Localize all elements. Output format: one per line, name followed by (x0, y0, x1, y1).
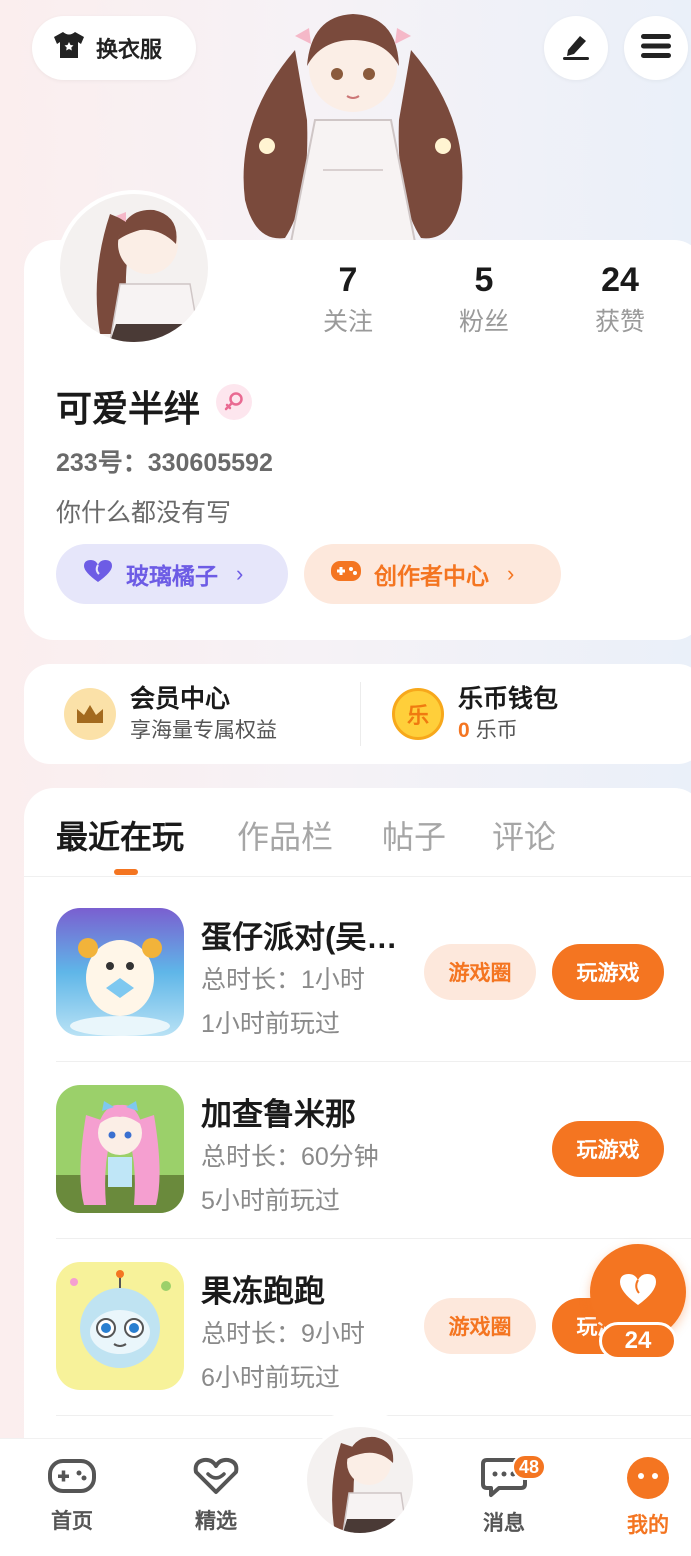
vip-title: 会员中心 (130, 685, 231, 713)
vip-center-button[interactable]: 会员中心 享海量专属权益 (64, 664, 277, 764)
change-outfit-button[interactable]: 换衣服 (32, 16, 196, 80)
profile-stats: 7 关注 5 粉丝 24 获赞 (0, 258, 691, 348)
play-game-button[interactable]: 玩游戏 (552, 1121, 664, 1177)
game-last-played: 5小时前玩过 (201, 1187, 340, 1215)
list-item[interactable]: 蛋仔派对(吴… 总时长：1小时 1小时前玩过 游戏圈 玩游戏 (56, 908, 691, 1084)
game-total-time: 总时长：9小时 (201, 1320, 365, 1348)
stat-following[interactable]: 7 关注 (288, 258, 408, 342)
tab-comments[interactable]: 评论 (492, 812, 556, 858)
coin-unit: 乐币 (475, 719, 518, 742)
female-icon (216, 384, 252, 420)
coin-glyph: 乐 (406, 703, 429, 728)
game-name: 果冻跑跑 (201, 1274, 325, 1309)
edit-profile-button[interactable] (544, 16, 608, 80)
game-name: 加查鲁米那 (201, 1097, 356, 1132)
vip-subtitle: 享海量专属权益 (130, 719, 277, 742)
wallet-card: 会员中心 享海量专属权益 乐 乐币钱包 0 乐币 (24, 664, 691, 764)
play-game-button[interactable]: 玩游戏 (552, 944, 664, 1000)
coin-wallet-button[interactable]: 乐 乐币钱包 0 乐币 (392, 664, 558, 764)
tab-divider (24, 876, 691, 877)
chevron-right-icon: › (507, 561, 515, 586)
game-total-time: 总时长：1小时 (201, 966, 365, 994)
coin-icon: 乐 (392, 688, 444, 740)
nav-featured[interactable]: 精选 (171, 1456, 261, 1535)
game-circle-button[interactable]: 游戏圈 (424, 1298, 536, 1354)
user-id: 233号：330605592 (56, 449, 273, 477)
chat-icon (481, 1458, 527, 1502)
heart-icon (192, 1457, 240, 1500)
me-icon (626, 1457, 670, 1504)
game-name: 蛋仔派对(吴… (201, 920, 398, 955)
fans-count: 5 (474, 261, 494, 299)
menu-button[interactable] (624, 16, 688, 80)
stat-likes[interactable]: 24 获赞 (560, 258, 680, 342)
shirt-icon (52, 30, 86, 66)
glass-orange-label: 玻璃橘子 (126, 563, 218, 589)
divider (56, 1238, 691, 1239)
list-item[interactable]: 加查鲁米那 总时长：60分钟 5小时前玩过 玩游戏 (56, 1085, 691, 1261)
likes-label: 获赞 (594, 308, 645, 336)
game-last-played: 6小时前玩过 (201, 1364, 340, 1392)
game-circle-button[interactable]: 游戏圈 (424, 944, 536, 1000)
change-outfit-label: 换衣服 (96, 37, 163, 62)
coin-amount: 0 (458, 719, 470, 742)
game-icon-eggy-party[interactable] (56, 908, 184, 1036)
menu-icon (641, 33, 671, 64)
game-icon-gacha-luminia[interactable] (56, 1085, 184, 1213)
fans-label: 粉丝 (458, 308, 509, 336)
following-count: 7 (338, 261, 358, 299)
crown-icon (64, 688, 116, 740)
creator-center-button[interactable]: 创作者中心 › (304, 544, 561, 604)
likes-count: 24 (601, 261, 639, 299)
nickname: 可爱半绊 (56, 388, 201, 429)
floating-like-count: 24 (599, 1322, 677, 1360)
tab-posts[interactable]: 帖子 (382, 812, 446, 858)
messages-badge: 48 (512, 1454, 547, 1480)
game-icon-jelly-run[interactable] (56, 1262, 184, 1390)
gamepad-icon (330, 559, 362, 589)
tab-works[interactable]: 作品栏 (237, 812, 333, 858)
heart-icon (618, 1272, 658, 1313)
nav-avatar[interactable] (304, 1424, 416, 1536)
nav-home[interactable]: 首页 (27, 1456, 117, 1535)
tab-indicator (114, 869, 138, 875)
tab-recently-played[interactable]: 最近在玩 (56, 812, 184, 858)
bio: 你什么都没有写 (56, 499, 232, 527)
heart-icon (82, 558, 114, 590)
gamepad-icon (47, 1459, 97, 1500)
nav-home-label: 首页 (51, 1510, 93, 1533)
divider (360, 682, 361, 746)
creator-center-label: 创作者中心 (374, 563, 489, 589)
chevron-right-icon: › (236, 561, 244, 586)
nav-me[interactable]: 我的 (603, 1456, 691, 1539)
character-illustration[interactable] (215, 0, 491, 243)
nav-me-label: 我的 (627, 1514, 669, 1537)
game-last-played: 1小时前玩过 (201, 1010, 340, 1038)
following-label: 关注 (322, 308, 373, 336)
glass-orange-button[interactable]: 玻璃橘子 › (56, 544, 288, 604)
coin-wallet-title: 乐币钱包 (458, 685, 559, 713)
nav-featured-label: 精选 (195, 1510, 237, 1533)
game-total-time: 总时长：60分钟 (201, 1143, 379, 1171)
stat-fans[interactable]: 5 粉丝 (424, 258, 544, 342)
divider (56, 1061, 691, 1062)
pen-icon (560, 32, 592, 65)
nav-messages-label: 消息 (483, 1512, 525, 1535)
